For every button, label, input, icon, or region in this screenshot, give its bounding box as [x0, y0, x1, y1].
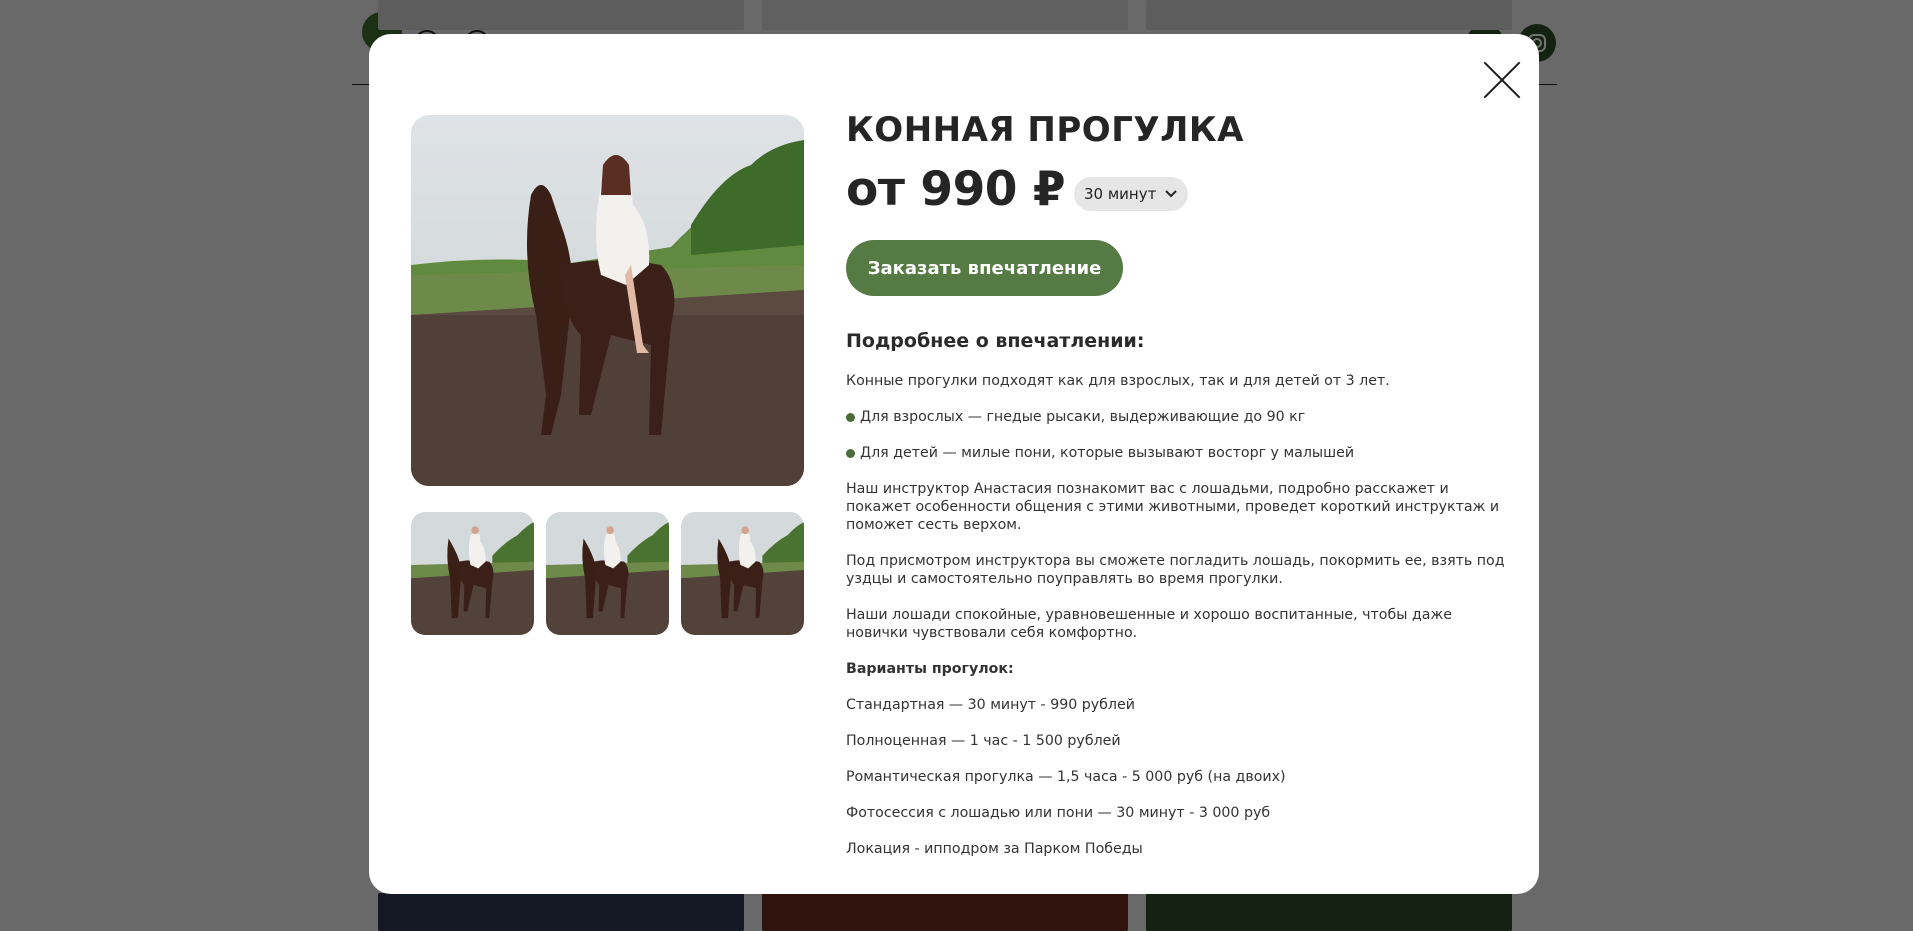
order-button[interactable]: Заказать впечатление [846, 240, 1123, 296]
variants-title: Варианты прогулок: [846, 661, 1014, 677]
details-heading: Подробнее о впечатлении: [846, 330, 1145, 352]
bullet-icon [846, 412, 855, 422]
variant-item: Стандартная — 30 минут - 990 рублей [846, 697, 1135, 713]
paragraph: Наш инструктор Анастасия познакомит вас … [846, 481, 1500, 533]
bullet-icon [846, 448, 855, 458]
main-photo[interactable] [411, 115, 804, 486]
list-item: Для детей — милые пони, которые вызывают… [846, 444, 1506, 462]
location-text: Локация - ипподром за Парком Победы [846, 841, 1143, 857]
description: Конные прогулки подходят как для взрослы… [846, 372, 1506, 876]
variant-item: Полноценная — 1 час - 1 500 рублей [846, 733, 1121, 749]
paragraph: Под присмотром инструктора вы сможете по… [846, 553, 1505, 587]
duration-select[interactable]: 30 минут [1074, 177, 1188, 211]
intro-text: Конные прогулки подходят как для взрослы… [846, 373, 1390, 389]
duration-value: 30 минут [1084, 185, 1157, 203]
chevron-down-icon [1164, 187, 1178, 201]
list-item: Для взрослых — гнедые рысаки, выдерживаю… [846, 408, 1506, 426]
variant-item: Романтическая прогулка — 1,5 часа - 5 00… [846, 769, 1286, 785]
gallery-thumbnail[interactable] [411, 512, 534, 635]
variant-item: Фотосессия с лошадью или пони — 30 минут… [846, 805, 1271, 821]
paragraph: Наши лошади спокойные, уравновешенные и … [846, 607, 1452, 641]
gallery-thumbnail[interactable] [681, 512, 804, 635]
list-item-text: Для взрослых — гнедые рысаки, выдерживаю… [860, 409, 1306, 425]
experience-modal: КОННАЯ ПРОГУЛКА от 990 ₽ 30 минут Заказа… [369, 34, 1539, 894]
gallery-thumbnail[interactable] [546, 512, 669, 635]
experience-title: КОННАЯ ПРОГУЛКА [846, 110, 1244, 150]
close-icon[interactable] [1481, 59, 1523, 101]
price: от 990 ₽ [846, 162, 1066, 217]
list-item-text: Для детей — милые пони, которые вызывают… [860, 445, 1355, 461]
